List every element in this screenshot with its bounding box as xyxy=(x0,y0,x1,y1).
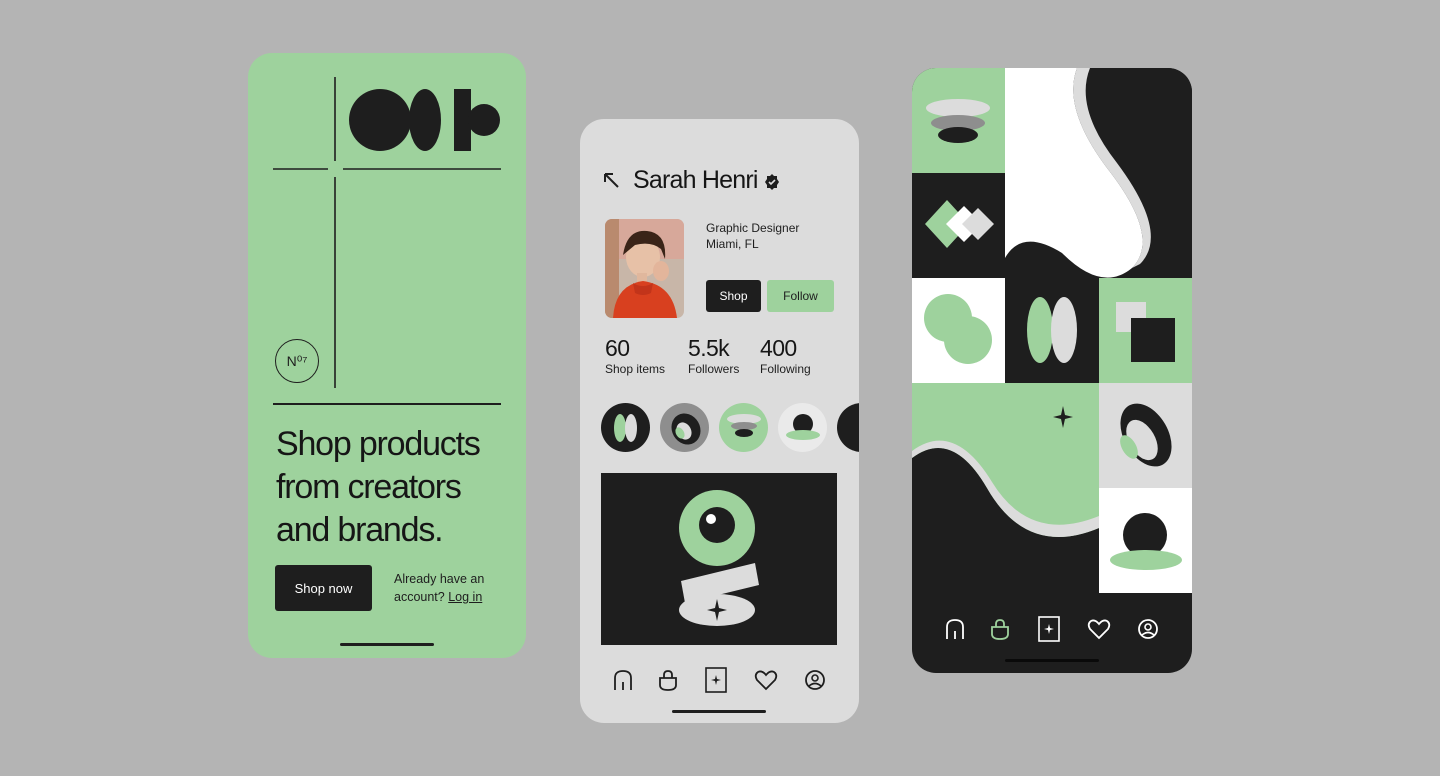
story-item[interactable] xyxy=(719,403,768,452)
bag-icon[interactable] xyxy=(656,668,680,692)
home-icon[interactable] xyxy=(943,617,967,641)
profile-role: Graphic Designer xyxy=(706,221,800,235)
profile-screen: Sarah Henri Graphic Designer Miami, FL S… xyxy=(580,119,859,723)
stat-shop-items: 60 Shop items xyxy=(605,335,665,376)
story-shape-icon xyxy=(727,414,761,437)
stat-value: 5.5k xyxy=(688,335,730,361)
stat-following: 400 Following xyxy=(760,335,811,376)
sparkle-card-icon[interactable] xyxy=(1037,616,1061,642)
profile-icon[interactable] xyxy=(803,668,827,692)
number-badge: N⁰⁷ xyxy=(275,339,319,383)
stat-label: Followers xyxy=(688,362,740,376)
home-indicator xyxy=(340,643,434,646)
headline-line: and brands. xyxy=(276,511,444,549)
page-headline: Shop products from creators and brands. xyxy=(276,423,516,552)
login-link[interactable]: Log in xyxy=(448,590,482,604)
stat-label: Shop items xyxy=(605,362,666,376)
divider xyxy=(273,403,501,405)
headline-line: Shop products xyxy=(276,425,481,463)
bag-icon[interactable] xyxy=(988,617,1012,641)
headline-line: from creators xyxy=(276,468,462,506)
brand-logo xyxy=(349,89,500,151)
stat-followers: 5.5k Followers xyxy=(688,335,739,376)
follow-button[interactable]: Follow xyxy=(767,280,834,312)
story-shape-icon xyxy=(614,414,637,442)
verified-badge-icon xyxy=(765,174,779,190)
shop-button[interactable]: Shop xyxy=(706,280,761,312)
sparkle-card-icon[interactable] xyxy=(704,667,728,693)
story-item[interactable] xyxy=(660,403,709,452)
heart-icon[interactable] xyxy=(754,668,778,692)
heart-icon[interactable] xyxy=(1087,617,1111,641)
home-icon[interactable] xyxy=(611,668,635,692)
mosaic-screen xyxy=(912,68,1192,673)
story-item[interactable] xyxy=(601,403,650,452)
stat-value: 60 xyxy=(605,335,630,361)
landing-screen: N⁰⁷ Shop products from creators and bran… xyxy=(248,53,526,658)
profile-icon[interactable] xyxy=(1136,617,1160,641)
story-item[interactable] xyxy=(837,403,859,452)
mosaic-artwork xyxy=(912,68,1192,593)
featured-artwork[interactable] xyxy=(601,473,837,645)
stat-label: Following xyxy=(760,362,811,376)
story-shape-icon xyxy=(786,414,820,440)
featured-artwork-illustration xyxy=(679,490,759,626)
avatar xyxy=(605,219,684,318)
shop-now-button[interactable]: Shop now xyxy=(275,565,372,611)
stat-value: 400 xyxy=(760,335,797,361)
back-arrow-icon[interactable] xyxy=(602,169,620,195)
home-indicator xyxy=(672,710,766,713)
profile-name: Sarah Henri xyxy=(633,166,758,194)
avatar-photo xyxy=(605,219,684,318)
login-prompt: Already have an account? Log in xyxy=(394,570,504,606)
profile-location: Miami, FL xyxy=(706,237,759,251)
home-indicator xyxy=(1005,659,1099,662)
story-shape-icon xyxy=(671,413,701,445)
story-item[interactable] xyxy=(778,403,827,452)
